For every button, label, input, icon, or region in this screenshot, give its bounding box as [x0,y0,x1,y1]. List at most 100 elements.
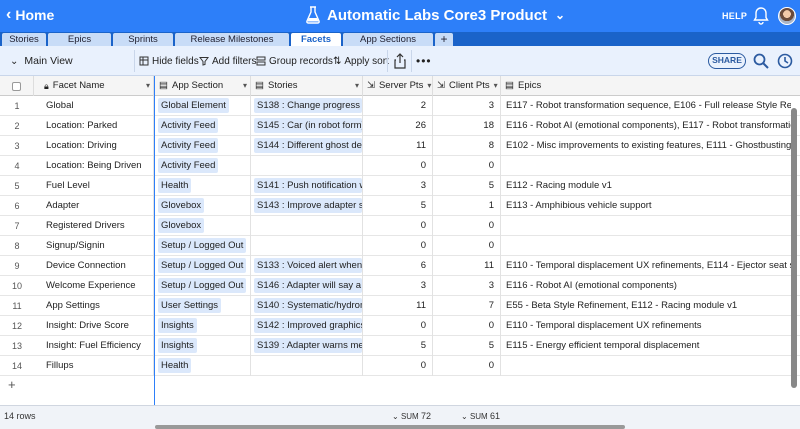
table-row[interactable]: 7 Registered Drivers Glovebox 0 0 [0,216,800,236]
stories-cell[interactable] [251,216,363,236]
home-link[interactable]: ‹ Home [6,7,54,24]
epics-cell[interactable]: E115 - Energy efficient temporal displac… [501,336,791,356]
table-row[interactable]: 14 Fillups Health 0 0 [0,356,800,376]
app-section-cell[interactable]: Activity Feed [155,156,251,176]
stories-cell[interactable]: S142 : Improved graphics on [251,316,363,336]
client-pts-cell[interactable]: 5 [433,176,501,196]
facet-name-cell[interactable]: Insight: Drive Score [34,316,154,336]
table-row[interactable]: 12 Insight: Drive Score Insights S142 : Imp… [0,316,800,336]
chevron-down-icon[interactable]: ▾ [494,76,498,96]
table-row[interactable]: 9 Device Connection Setup / Logged Out S133… [0,256,800,276]
facet-name-cell[interactable]: Insight: Fuel Efficiency [34,336,154,356]
chevron-down-icon[interactable]: ▾ [243,76,247,96]
facet-name-cell[interactable]: App Settings [34,296,154,316]
user-avatar[interactable] [778,7,796,25]
epics-cell[interactable]: E113 - Amphibious vehicle support [501,196,791,216]
stories-cell[interactable]: S140 : Systematic/hydromati [251,296,363,316]
table-row[interactable]: 6 Adapter Glovebox S143 : Improve adapter s… [0,196,800,216]
facet-name-cell[interactable]: Signup/Signin [34,236,154,256]
server-pts-cell[interactable]: 0 [363,236,433,256]
table-row[interactable]: 8 Signup/Signin Setup / Logged Out 0 0 [0,236,800,256]
client-pts-cell[interactable]: 0 [433,356,501,376]
app-section-cell[interactable]: Insights [155,336,251,356]
history-icon[interactable] [776,52,794,70]
client-pts-cell[interactable]: 0 [433,236,501,256]
table-row[interactable]: 3 Location: Driving Activity Feed S144 : Di… [0,136,800,156]
view-switcher[interactable]: ⌄ Main View [4,49,132,73]
client-pts-cell[interactable]: 3 [433,96,501,116]
add-record-button[interactable]: + [0,376,154,396]
tab-app-sections[interactable]: App Sections [343,33,433,46]
server-pts-cell[interactable]: 5 [363,336,433,356]
select-all-checkbox[interactable] [12,81,21,91]
server-pts-cell[interactable]: 0 [363,356,433,376]
facet-name-cell[interactable]: Location: Driving [34,136,154,156]
tab-sprints[interactable]: Sprints [113,33,173,46]
stories-cell[interactable] [251,356,363,376]
app-section-cell[interactable]: Health [155,176,251,196]
table-row[interactable]: 2 Location: Parked Activity Feed S145 : Car… [0,116,800,136]
app-section-cell[interactable]: User Settings [155,296,251,316]
app-section-cell[interactable]: Setup / Logged Out [155,236,251,256]
epics-cell[interactable]: E102 - Misc improvements to existing fea… [501,136,791,156]
stories-cell[interactable]: S143 : Improve adapter saftw [251,196,363,216]
client-sum-summary[interactable]: ⌄ SUM 61 [461,411,500,421]
client-pts-cell[interactable]: 7 [433,296,501,316]
stories-cell[interactable]: S139 : Adapter warns me wh [251,336,363,356]
column-header-client-pts[interactable]: ⇲ Client Pts ▾ [433,76,501,96]
tab-release-milestones[interactable]: Release Milestones [175,33,289,46]
chevron-down-icon[interactable]: ▾ [427,76,431,96]
server-pts-cell[interactable]: 11 [363,136,433,156]
epics-cell[interactable] [501,236,791,256]
group-records-button[interactable]: Group records [256,51,333,71]
server-pts-cell[interactable]: 5 [363,196,433,216]
server-sum-summary[interactable]: ⌄ SUM 72 [392,411,431,421]
base-title-menu[interactable]: Automatic Labs Core3 Product ⌄ [305,6,565,24]
table-row[interactable]: 11 App Settings User Settings S140 : System… [0,296,800,316]
epics-cell[interactable] [501,156,791,176]
stories-cell[interactable] [251,236,363,256]
epics-cell[interactable]: E116 - Robot AI (emotional components) [501,276,791,296]
search-icon[interactable] [752,52,770,70]
client-pts-cell[interactable]: 0 [433,216,501,236]
client-pts-cell[interactable]: 3 [433,276,501,296]
add-filters-button[interactable]: Add filters [199,51,256,71]
table-row[interactable]: 10 Welcome Experience Setup / Logged Out S1… [0,276,800,296]
stories-cell[interactable] [251,156,363,176]
facet-name-cell[interactable]: Welcome Experience [34,276,154,296]
epics-cell[interactable]: E110 - Temporal displacement UX refineme… [501,256,791,276]
app-section-cell[interactable]: Activity Feed [155,116,251,136]
app-section-cell[interactable]: Activity Feed [155,136,251,156]
tab-stories[interactable]: Stories [2,33,46,46]
epics-cell[interactable]: E116 - Robot AI (emotional components), … [501,116,791,136]
client-pts-cell[interactable]: 11 [433,256,501,276]
app-section-cell[interactable]: Setup / Logged Out [155,256,251,276]
column-header-facet-name[interactable]: 🔒︎ Facet Name ▾ [34,76,154,96]
stories-cell[interactable]: S138 : Change progress bar a [251,96,363,116]
facet-name-cell[interactable]: Location: Being Driven [34,156,154,176]
app-section-cell[interactable]: Health [155,356,251,376]
facet-name-cell[interactable]: Adapter [34,196,154,216]
vertical-scrollbar[interactable] [791,108,797,388]
server-pts-cell[interactable]: 6 [363,256,433,276]
more-options-icon[interactable]: ••• [416,51,432,71]
server-pts-cell[interactable]: 3 [363,276,433,296]
app-section-cell[interactable]: Glovebox [155,196,251,216]
app-section-cell[interactable]: Global Element [155,96,251,116]
client-pts-cell[interactable]: 1 [433,196,501,216]
share-export-icon[interactable] [391,52,409,70]
facet-name-cell[interactable]: Global [34,96,154,116]
apply-sort-button[interactable]: ⇅ Apply sort [333,51,389,71]
server-pts-cell[interactable]: 0 [363,156,433,176]
share-button[interactable]: SHARE [708,53,746,69]
app-section-cell[interactable]: Setup / Logged Out [155,276,251,296]
chevron-down-icon[interactable]: ▾ [355,76,359,96]
tab-epics[interactable]: Epics [48,33,111,46]
stories-cell[interactable]: S141 : Push notification whe [251,176,363,196]
app-section-cell[interactable]: Glovebox [155,216,251,236]
add-table-button[interactable]: + [435,33,453,46]
epics-cell[interactable]: E55 - Beta Style Refinement, E112 - Raci… [501,296,791,316]
column-header-epics[interactable]: ▤ Epics [501,76,791,96]
facet-name-cell[interactable]: Fillups [34,356,154,376]
table-row[interactable]: 1 Global Global Element S138 : Change progr… [0,96,800,116]
